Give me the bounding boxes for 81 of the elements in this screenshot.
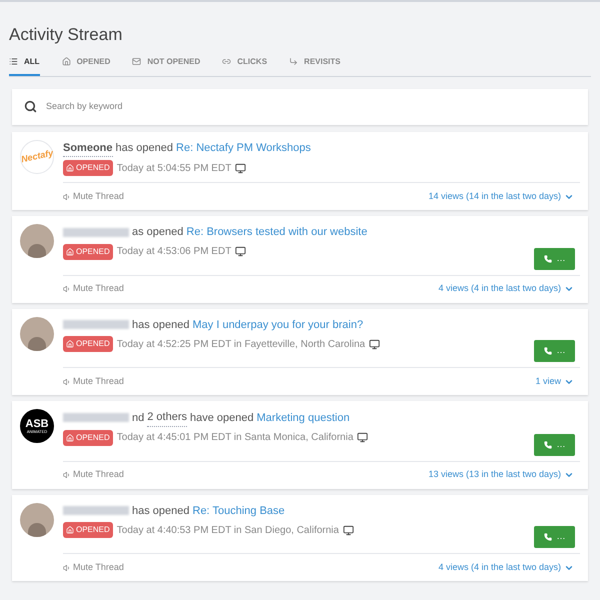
monitor-icon xyxy=(342,524,354,536)
list-icon xyxy=(9,57,18,66)
house-icon xyxy=(66,526,74,534)
call-button[interactable]: … xyxy=(534,248,575,270)
house-icon xyxy=(66,340,74,348)
activity-text: nd xyxy=(132,410,144,426)
call-button[interactable]: … xyxy=(534,434,575,456)
call-button[interactable]: … xyxy=(534,526,575,548)
envelope-icon xyxy=(132,57,142,66)
timestamp: Today at 4:52:25 PM EDT in Fayetteville, North Carolina xyxy=(116,338,366,352)
chevron-down-icon xyxy=(564,470,574,480)
activity-text: has opened xyxy=(132,504,190,518)
monitor-icon xyxy=(235,246,246,257)
phone-icon xyxy=(544,347,552,355)
search-field[interactable]: Search by keyword xyxy=(12,88,588,124)
activity-text: has opened xyxy=(116,141,174,156)
timestamp: Today at 4:45:01 PM EDT in Santa Monica, California xyxy=(116,431,354,445)
email-subject-link[interactable]: Re: Nectafy PM Workshops xyxy=(176,140,311,156)
timestamp: Today at 4:53:06 PM EDT xyxy=(116,245,232,259)
email-subject-link[interactable]: Marketing question xyxy=(256,410,350,426)
avatar-silhouette xyxy=(20,224,54,258)
speaker-icon xyxy=(63,564,71,572)
contact-name[interactable]: Someone xyxy=(63,140,113,157)
chevron-down-icon xyxy=(564,284,574,294)
logo-text: ASB xyxy=(25,418,49,430)
opened-badge: OPENED xyxy=(63,160,113,176)
filter-tab[interactable]: ALL xyxy=(9,54,40,76)
arrow-icon xyxy=(289,57,298,66)
views-link[interactable]: 4 views (4 in the last two days) xyxy=(438,282,574,296)
filter-tab[interactable]: NOT OPENED xyxy=(132,54,200,76)
blurred-name xyxy=(63,228,129,237)
opened-badge: OPENED xyxy=(63,430,113,446)
mute-thread-link[interactable]: Mute Thread xyxy=(63,282,124,296)
filter-tab[interactable]: REVISITS xyxy=(289,54,340,76)
email-subject-link[interactable]: Re: Touching Base xyxy=(192,502,285,519)
speaker-icon xyxy=(63,378,71,386)
page-title: Activity Stream xyxy=(8,24,124,46)
timestamp: Today at 5:04:55 PM EDT xyxy=(116,162,232,176)
others-link[interactable]: 2 others xyxy=(147,409,187,426)
phone-icon xyxy=(544,254,552,262)
house-icon xyxy=(66,248,74,256)
views-link[interactable]: 13 views (13 in the last two days) xyxy=(428,468,574,482)
timestamp: Today at 4:40:53 PM EDT in San Diego, California xyxy=(116,524,339,538)
speaker-icon xyxy=(63,192,71,200)
blurred-name xyxy=(63,320,129,330)
activity-text: have opened xyxy=(190,410,254,426)
call-button[interactable]: … xyxy=(534,340,575,362)
mute-thread-link[interactable]: Mute Thread xyxy=(63,560,124,574)
search-icon xyxy=(24,100,37,113)
blurred-name xyxy=(63,506,129,516)
activity-text: as opened xyxy=(132,225,184,240)
search-input[interactable]: Search by keyword xyxy=(46,100,576,114)
link-icon xyxy=(222,57,232,66)
filter-tab[interactable]: OPENED xyxy=(62,54,110,76)
monitor-icon xyxy=(369,338,380,350)
opened-badge: OPENED xyxy=(63,244,113,260)
avatar-silhouette xyxy=(20,316,54,350)
mute-thread-link[interactable]: Mute Thread xyxy=(63,374,124,388)
house-icon xyxy=(66,434,74,442)
house-icon xyxy=(62,57,71,66)
logo-text: Nectafy xyxy=(20,146,54,166)
activity-text: has opened xyxy=(132,318,190,332)
phone-icon xyxy=(544,440,552,448)
views-link[interactable]: 4 views (4 in the last two days) xyxy=(438,560,574,574)
views-link[interactable]: 14 views (14 in the last two days) xyxy=(428,190,574,204)
mute-thread-link[interactable]: Mute Thread xyxy=(63,468,124,482)
phone-icon xyxy=(544,533,552,541)
views-link[interactable]: 1 view xyxy=(535,374,574,388)
email-subject-link[interactable]: May I underpay you for your brain? xyxy=(192,316,364,333)
monitor-icon xyxy=(235,162,246,174)
opened-badge: OPENED xyxy=(63,336,113,352)
speaker-icon xyxy=(63,285,71,293)
avatar-silhouette xyxy=(20,502,54,536)
email-subject-link[interactable]: Re: Browsers tested with our website xyxy=(186,224,368,240)
opened-badge: OPENED xyxy=(63,522,113,538)
monitor-icon xyxy=(357,432,368,443)
filter-tab[interactable]: CLICKS xyxy=(222,54,268,76)
blurred-name xyxy=(63,413,129,422)
mute-thread-link[interactable]: Mute Thread xyxy=(63,190,124,204)
house-icon xyxy=(66,164,74,172)
speaker-icon xyxy=(63,471,71,479)
